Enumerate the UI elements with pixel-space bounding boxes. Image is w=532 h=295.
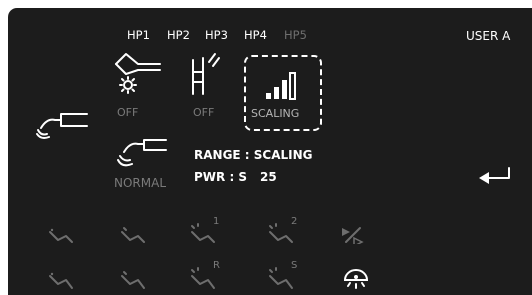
- range-status: RANGE : SCALING: [194, 148, 313, 162]
- signal-strength-icon: [266, 72, 296, 100]
- power-status: PWR : S: [194, 170, 248, 184]
- tab-hp5[interactable]: HP5: [284, 28, 307, 42]
- option-8-sub-label: S: [291, 260, 298, 271]
- option-7-sub-label: R: [213, 260, 220, 271]
- tab-hp3[interactable]: HP3: [205, 28, 228, 42]
- power-value: 25: [260, 170, 277, 184]
- handpiece-light-icon: [115, 53, 161, 94]
- handpiece-option-2-icon[interactable]: [118, 226, 148, 246]
- water-icon: [192, 53, 220, 95]
- spray-handpiece-icon: [117, 139, 167, 167]
- option-3-sub-label: 1: [213, 216, 220, 227]
- user-label[interactable]: USER A: [466, 29, 510, 43]
- option-4-sub-label: 2: [291, 216, 298, 227]
- handpiece-tabs: HP1 HP2 HP3 HP4 HP5: [8, 28, 532, 46]
- enter-return-icon[interactable]: [477, 166, 517, 188]
- scaling-mode-label: SCALING: [251, 107, 300, 120]
- handpiece-option-1-icon[interactable]: [46, 226, 76, 246]
- tab-hp2[interactable]: HP2: [167, 28, 190, 42]
- water-mode-state: OFF: [193, 106, 215, 119]
- scaling-mode-button[interactable]: SCALING: [244, 55, 322, 131]
- control-screen: HP1 HP2 HP3 HP4 HP5 USER A OFF OFF SCALI…: [8, 8, 532, 295]
- operating-light-icon[interactable]: [342, 268, 370, 292]
- spray-mode-state: NORMAL: [114, 176, 167, 190]
- scaler-handpiece-icon: [36, 113, 88, 139]
- handpiece-option-5-icon[interactable]: [46, 270, 76, 292]
- light-mode-state: OFF: [117, 106, 139, 119]
- handpiece-option-6-icon[interactable]: [118, 270, 148, 292]
- tab-hp1[interactable]: HP1: [127, 28, 150, 42]
- play-forward-icon[interactable]: [338, 224, 368, 244]
- tab-hp4[interactable]: HP4: [244, 28, 267, 42]
